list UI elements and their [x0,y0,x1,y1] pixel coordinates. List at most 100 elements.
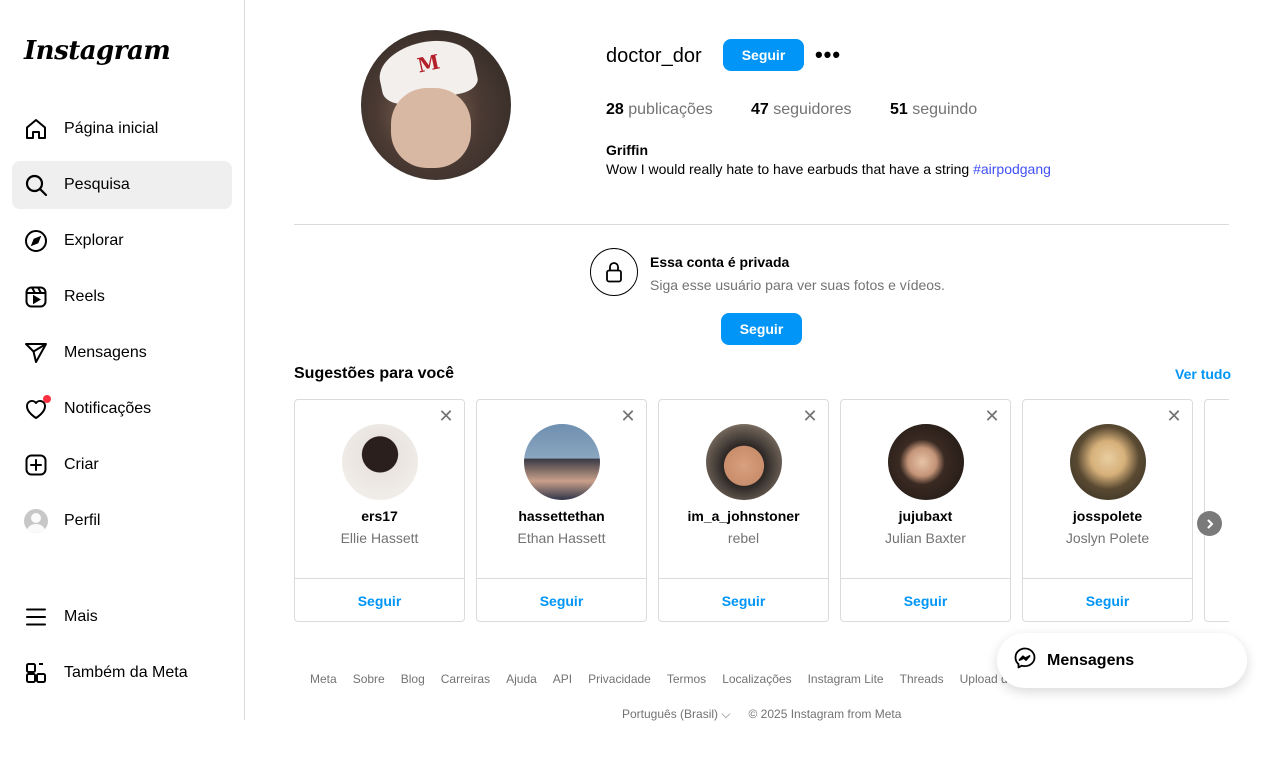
footer-link[interactable]: Threads [900,672,944,686]
profile-username: doctor_dor [606,45,702,67]
followers-count-label: seguidores [768,101,852,118]
suggestion-name: Joslyn Polete [1065,530,1150,546]
footer-link[interactable]: Sobre [353,672,385,686]
meta-apps-icon [24,661,48,685]
sidebar-item-label: Reels [64,288,105,305]
sidebar-item-also-from-meta[interactable]: Também da Meta [12,649,232,697]
close-icon[interactable]: ✕ [620,407,636,425]
copyright: © 2025 Instagram from Meta [748,707,902,721]
sidebar-item-label: Explorar [64,232,124,249]
sidebar-item-label: Mais [64,608,98,625]
close-icon[interactable]: ✕ [1166,407,1182,425]
follow-button[interactable]: Seguir [723,39,804,71]
suggestion-name: Ellie Hassett [340,530,419,546]
avatar[interactable] [524,424,600,500]
heart-icon [24,395,51,421]
posts-count-value: 28 [606,101,624,118]
suggestion-username[interactable]: josspolete [1023,508,1192,524]
suggestion-username[interactable]: jujubaxt [841,508,1010,524]
menu-icon [24,605,48,629]
close-icon[interactable]: ✕ [984,407,1000,425]
send-icon [24,341,48,365]
avatar[interactable] [706,424,782,500]
profile-display-name: Griffin [606,142,648,158]
suggestion-card: ✕ josspolete Joslyn Polete Seguir [1022,399,1193,622]
suggestion-follow-button[interactable]: Seguir [1023,579,1192,622]
language-label: Português (Brasil) [622,707,719,721]
private-account-title: Essa conta é privada [650,254,790,270]
suggestion-username[interactable]: im_a_johnstoner [659,508,828,524]
footer-bottom: Português (Brasil) ⌵ © 2025 Instagram fr… [622,707,901,722]
suggestion-card: ✕ jujubaxt Julian Baxter Seguir [840,399,1011,622]
close-icon[interactable]: ✕ [802,407,818,425]
chevron-right-icon[interactable] [1197,511,1222,536]
messenger-label: Mensagens [1047,651,1135,669]
sidebar-item-label: Perfil [64,512,101,529]
suggestion-username[interactable]: hassettethan [477,508,646,524]
following-count[interactable]: 51 seguindo [890,101,977,119]
footer-link[interactable]: Ajuda [506,672,537,686]
sidebar: Instagram Página inicial Pesquisa Explor… [0,0,245,720]
footer-link[interactable]: Termos [667,672,706,686]
suggestion-follow-button[interactable]: Seguir [841,579,1010,622]
sidebar-item-home[interactable]: Página inicial [12,105,232,153]
profile-bio: Wow I would really hate to have earbuds … [606,161,1051,177]
sidebar-item-search[interactable]: Pesquisa [12,161,232,209]
more-options-icon[interactable]: ••• [813,42,843,68]
language-selector[interactable]: Português (Brasil) ⌵ [622,707,731,722]
sidebar-item-create[interactable]: Criar [12,441,232,489]
avatar[interactable] [342,424,418,500]
footer-link[interactable]: Carreiras [441,672,490,686]
posts-count: 28 publicações [606,101,713,119]
footer-links: Meta Sobre Blog Carreiras Ajuda API Priv… [310,672,1024,686]
sidebar-item-more[interactable]: Mais [12,593,232,641]
footer-link[interactable]: Blog [401,672,425,686]
footer-link[interactable]: Privacidade [588,672,651,686]
suggestion-follow-button[interactable]: Seguir [659,579,828,622]
sidebar-item-reels[interactable]: Reels [12,273,232,321]
followers-count-value: 47 [751,101,769,118]
messenger-button[interactable]: Mensagens [997,633,1247,688]
messenger-icon [1013,646,1037,675]
sidebar-item-profile[interactable]: Perfil [12,497,232,545]
suggestion-follow-button[interactable]: Seguir [477,579,646,622]
chevron-down-icon: ⌵ [721,707,731,721]
posts-count-label: publicações [623,101,713,118]
footer-link[interactable]: Instagram Lite [808,672,884,686]
profile-picture[interactable]: M [361,30,511,180]
sidebar-item-messages[interactable]: Mensagens [12,329,232,377]
avatar[interactable] [1070,424,1146,500]
footer-link[interactable]: Meta [310,672,337,686]
sidebar-item-label: Pesquisa [64,176,130,193]
plus-square-icon [24,453,48,477]
close-icon[interactable]: ✕ [438,407,454,425]
sidebar-item-label: Também da Meta [64,664,188,681]
lock-icon [590,248,638,296]
bio-text: Wow I would really hate to have earbuds … [606,161,974,177]
suggestion-follow-button[interactable]: Seguir [295,579,464,622]
reels-icon [24,285,48,309]
following-count-value: 51 [890,101,908,118]
profile-picture-face [391,88,471,168]
instagram-logo[interactable]: Instagram [24,36,171,66]
profile-divider [294,224,1229,225]
suggestion-card: ✕ hassettethan Ethan Hassett Seguir [476,399,647,622]
sidebar-item-label: Notificações [64,400,152,417]
bio-hashtag-link[interactable]: #airpodgang [973,161,1051,177]
followers-count[interactable]: 47 seguidores [751,101,852,119]
suggestion-card: ✕ ers17 Ellie Hassett Seguir [294,399,465,622]
suggestion-username[interactable]: ers17 [295,508,464,524]
see-all-link[interactable]: Ver tudo [1175,366,1231,382]
sidebar-item-notifications[interactable]: Notificações [12,385,232,433]
footer-link[interactable]: Localizações [722,672,791,686]
suggestions-title: Sugestões para você [294,365,455,382]
private-account-subtitle: Siga esse usuário para ver suas fotos e … [650,277,945,293]
suggestion-card: ✕ im_a_johnstoner rebel Seguir [658,399,829,622]
footer-link[interactable]: API [553,672,572,686]
avatar[interactable] [888,424,964,500]
compass-icon [24,229,48,253]
sidebar-item-explore[interactable]: Explorar [12,217,232,265]
private-follow-button[interactable]: Seguir [721,313,802,345]
home-icon [24,117,48,141]
search-icon [24,173,48,197]
